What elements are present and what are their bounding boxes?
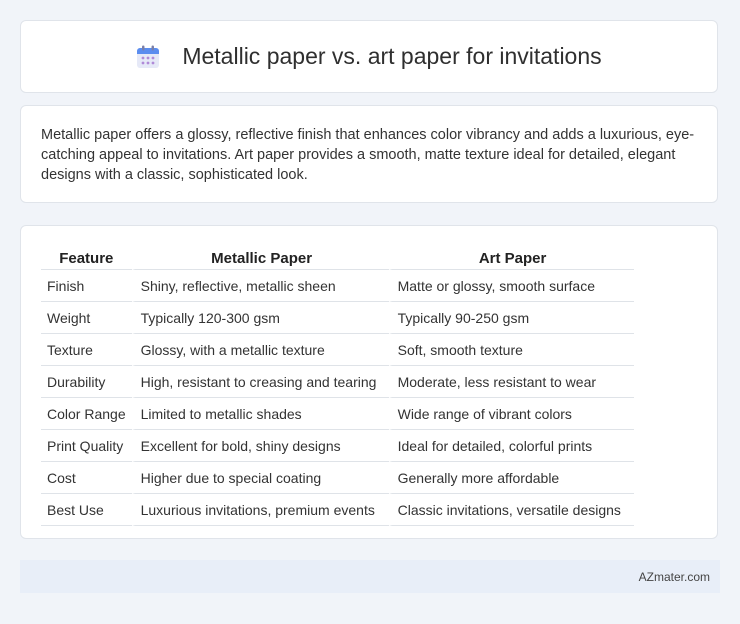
feature-cell: Durability [41, 366, 132, 398]
comparison-table: Feature Metallic Paper Art Paper Finish … [41, 246, 634, 526]
art-cell: Soft, smooth texture [388, 334, 634, 366]
header-art-paper: Art Paper [388, 246, 634, 270]
metallic-cell: Higher due to special coating [131, 462, 389, 494]
table-row: Print Quality Excellent for bold, shiny … [41, 430, 634, 462]
table-row: Finish Shiny, reflective, metallic sheen… [41, 270, 634, 302]
title-card: Metallic paper vs. art paper for invitat… [20, 20, 718, 93]
table-row: Weight Typically 120-300 gsm Typically 9… [41, 302, 634, 334]
art-cell: Typically 90-250 gsm [388, 302, 634, 334]
table-header-row: Feature Metallic Paper Art Paper [41, 246, 634, 270]
feature-cell: Texture [41, 334, 132, 366]
metallic-cell: High, resistant to creasing and tearing [131, 366, 389, 398]
art-cell: Classic invitations, versatile designs [388, 494, 634, 526]
feature-cell: Best Use [41, 494, 132, 526]
art-cell: Matte or glossy, smooth surface [388, 270, 634, 302]
footer-bar: AZmater.com [20, 560, 720, 593]
metallic-cell: Glossy, with a metallic texture [131, 334, 389, 366]
feature-cell: Weight [41, 302, 132, 334]
table-row: Durability High, resistant to creasing a… [41, 366, 634, 398]
art-cell: Moderate, less resistant to wear [388, 366, 634, 398]
feature-cell: Finish [41, 270, 132, 302]
feature-cell: Cost [41, 462, 132, 494]
metallic-cell: Shiny, reflective, metallic sheen [131, 270, 389, 302]
comparison-card: Feature Metallic Paper Art Paper Finish … [20, 225, 718, 539]
header-metallic-paper: Metallic Paper [131, 246, 389, 270]
header-feature: Feature [41, 246, 132, 270]
art-cell: Ideal for detailed, colorful prints [388, 430, 634, 462]
art-cell: Wide range of vibrant colors [388, 398, 634, 430]
calendar-icon [136, 45, 160, 69]
table-row: Texture Glossy, with a metallic texture … [41, 334, 634, 366]
description-text: Metallic paper offers a glossy, reflecti… [41, 127, 695, 183]
table-row: Cost Higher due to special coating Gener… [41, 462, 634, 494]
page-title: Metallic paper vs. art paper for invitat… [182, 43, 602, 69]
metallic-cell: Excellent for bold, shiny designs [131, 430, 389, 462]
metallic-cell: Luxurious invitations, premium events [131, 494, 389, 526]
table-row: Color Range Limited to metallic shades W… [41, 398, 634, 430]
art-cell: Generally more affordable [388, 462, 634, 494]
metallic-cell: Limited to metallic shades [131, 398, 389, 430]
table-row: Best Use Luxurious invitations, premium … [41, 494, 634, 526]
description-card: Metallic paper offers a glossy, reflecti… [20, 105, 718, 203]
footer-site-link[interactable]: AZmater.com [639, 570, 710, 584]
feature-cell: Color Range [41, 398, 132, 430]
metallic-cell: Typically 120-300 gsm [131, 302, 389, 334]
feature-cell: Print Quality [41, 430, 132, 462]
